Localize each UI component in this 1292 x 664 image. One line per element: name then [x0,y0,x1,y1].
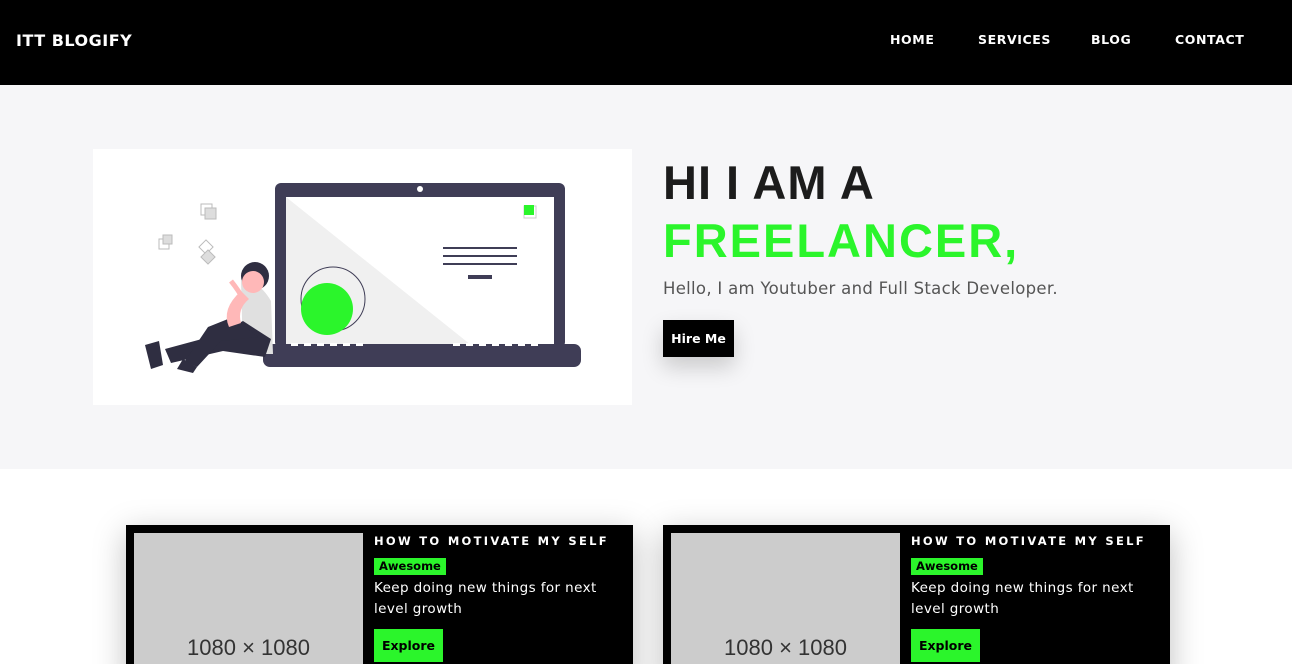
explore-button[interactable]: Explore [374,629,443,662]
floating-shapes [158,203,217,265]
hero-illustration [93,149,632,405]
card-description: Keep doing new things for next level gro… [911,580,1134,617]
card-badge: Awesome [911,558,983,575]
nav-home[interactable]: HOME [890,32,934,47]
image-size-label: 1080 × 1080 [187,635,310,660]
image-size-label: 1080 × 1080 [724,635,847,660]
nav-contact[interactable]: CONTACT [1175,32,1244,47]
navbar: ITT BLOGIFY HOME SERVICES BLOG CONTACT [0,0,1292,85]
card-title: HOW TO MOTIVATE MY SELF [911,534,1146,548]
person-graphic [145,262,273,373]
hire-me-button[interactable]: Hire Me [663,320,734,357]
blog-card: 1080 × 1080 HOW TO MOTIVATE MY SELF Awes… [663,525,1170,664]
blog-card: 1080 × 1080 HOW TO MOTIVATE MY SELF Awes… [126,525,633,664]
card-badge: Awesome [374,558,446,575]
card-image-placeholder: 1080 × 1080 [134,533,363,664]
hero-subtitle: Hello, I am Youtuber and Full Stack Deve… [663,279,1058,298]
explore-button[interactable]: Explore [911,629,980,662]
card-description: Keep doing new things for next level gro… [374,580,597,617]
nav-blog[interactable]: BLOG [1091,32,1131,47]
laptop-graphic [263,183,581,367]
brand-logo[interactable]: ITT BLOGIFY [16,31,132,50]
nav-services[interactable]: SERVICES [978,32,1051,47]
hero-title-highlight: FREELANCER, [663,214,1020,267]
hero-section: HI I AM A FREELANCER, Hello, I am Youtub… [0,85,1292,469]
hero-title: HI I AM A [663,156,875,209]
card-image-placeholder: 1080 × 1080 [671,533,900,664]
card-title: HOW TO MOTIVATE MY SELF [374,534,609,548]
